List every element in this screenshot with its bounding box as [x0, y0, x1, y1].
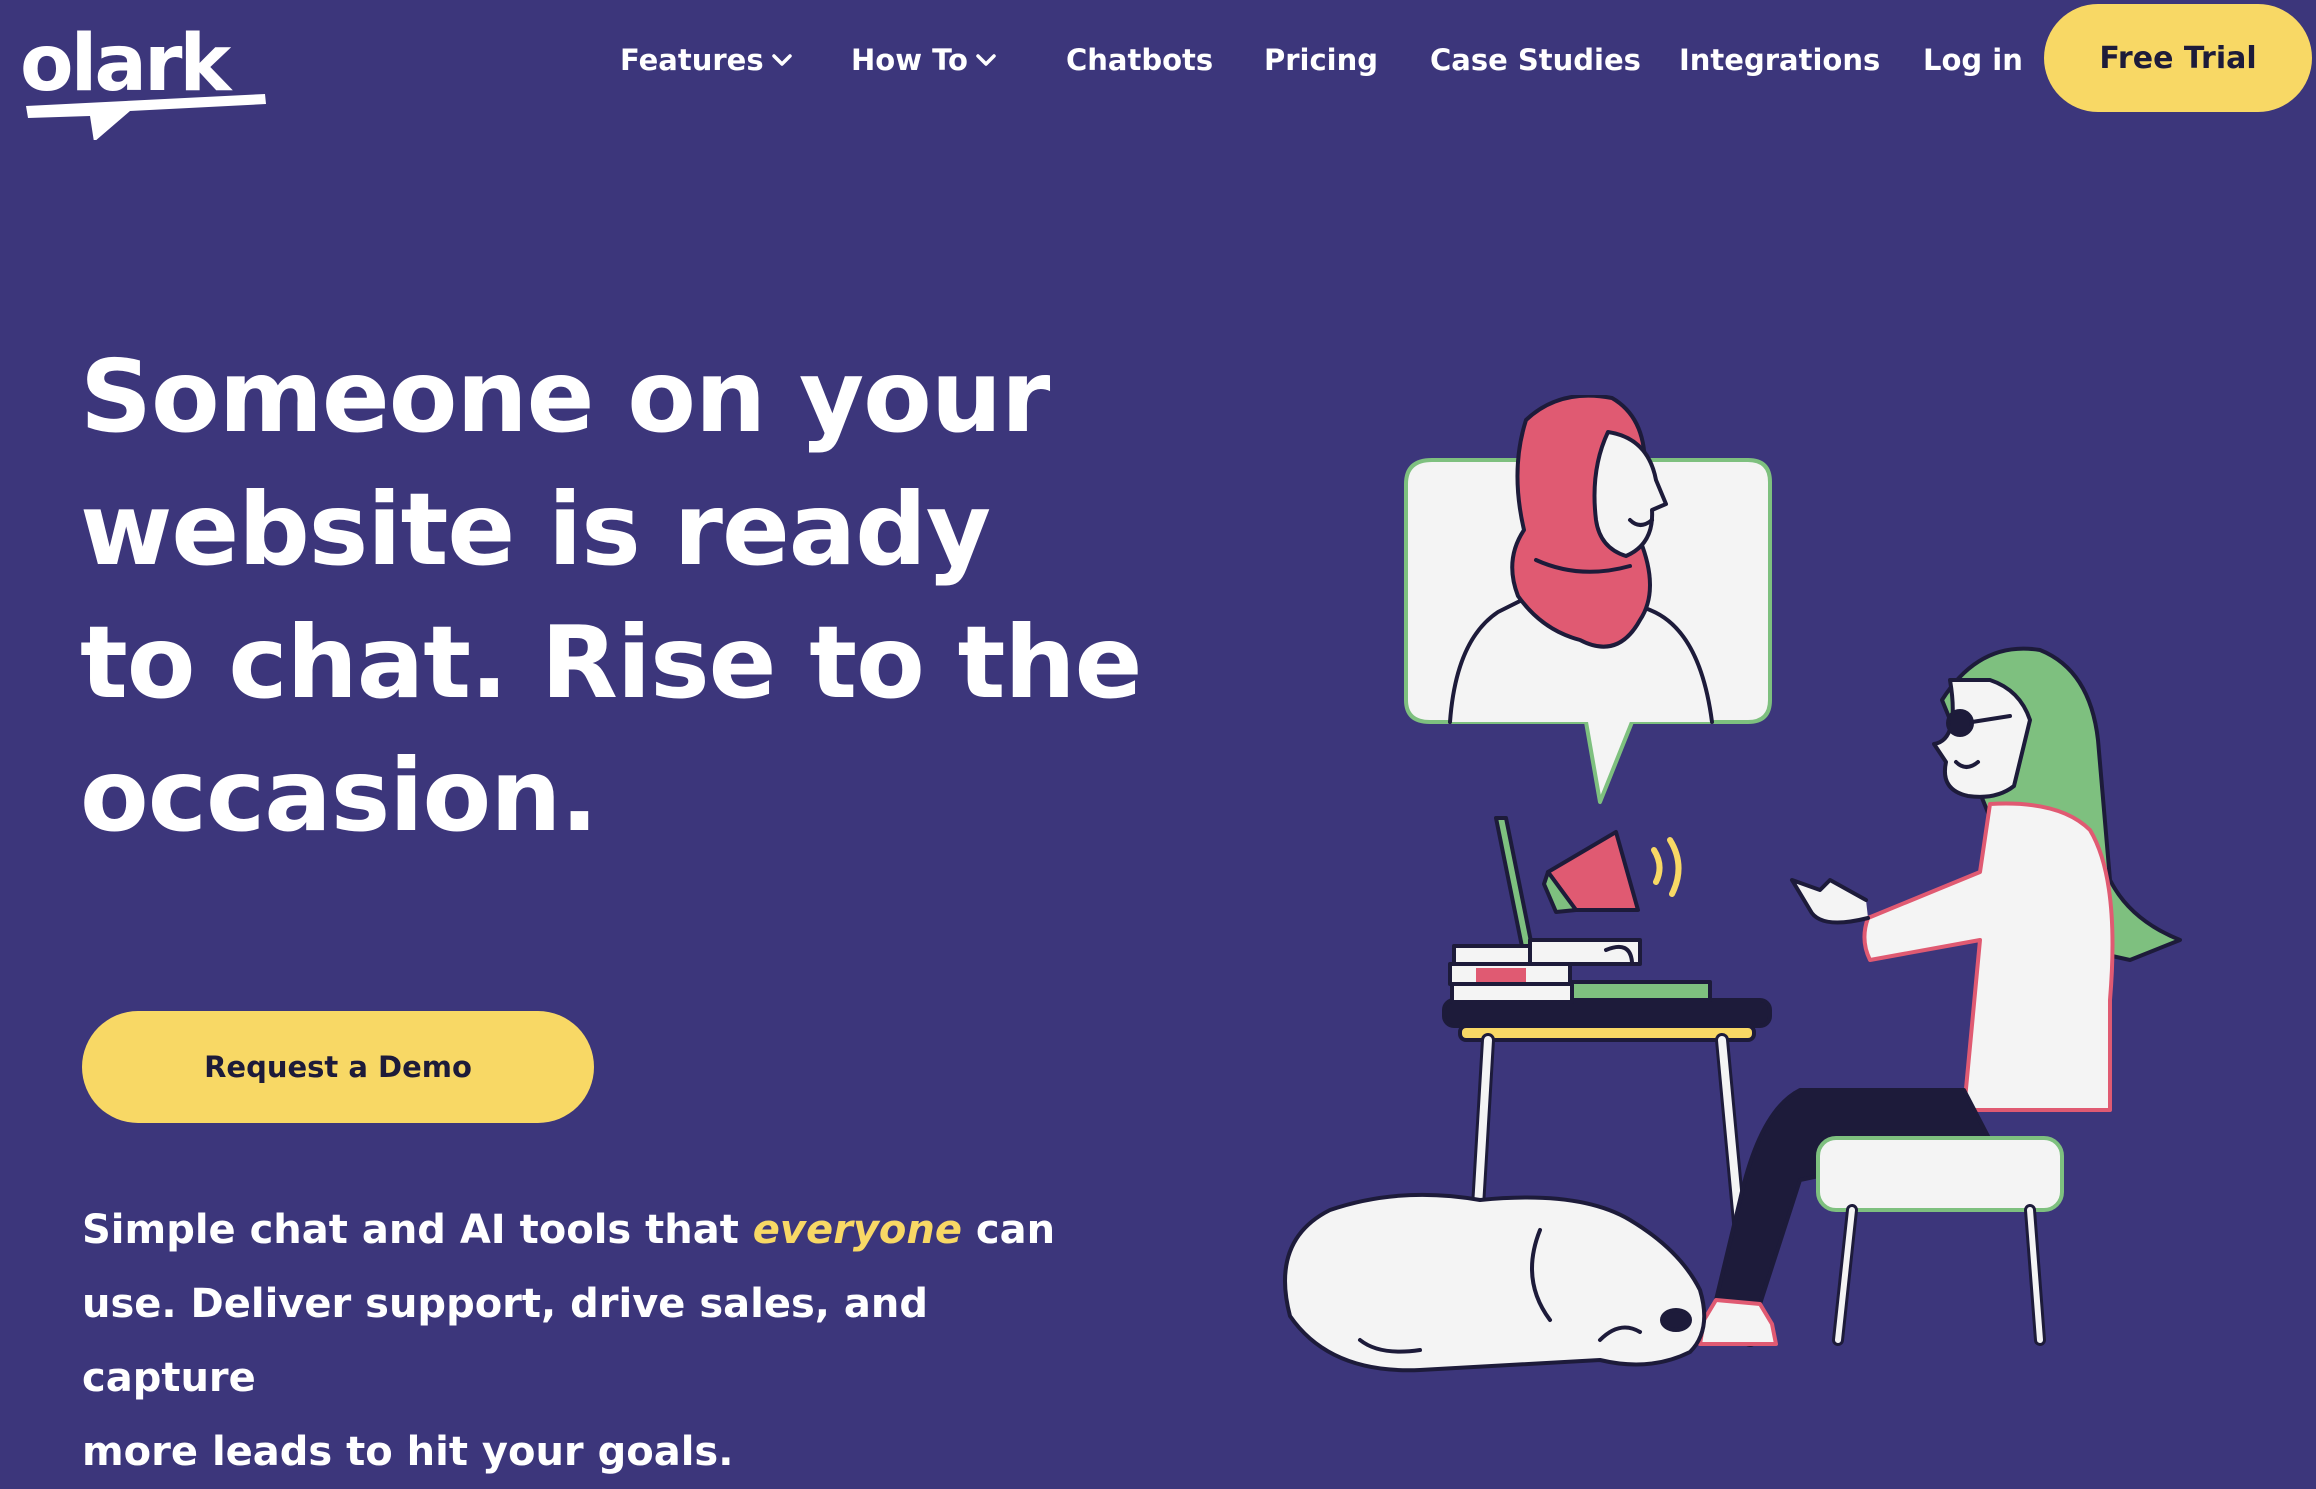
- nav-item-label: Case Studies: [1430, 43, 1641, 77]
- hero-title: Someone on your website is ready to chat…: [80, 330, 1200, 862]
- hero-title-line: website is ready: [80, 471, 991, 588]
- top-navigation: Features How To Chatbots Pricing Case St…: [0, 0, 2316, 120]
- nav-item-integrations[interactable]: Integrations: [1679, 40, 1880, 80]
- nav-item-label: Log in: [1923, 43, 2023, 77]
- nav-item-chatbots[interactable]: Chatbots: [1066, 40, 1213, 80]
- hero-title-line: Someone on your: [80, 338, 1050, 455]
- megaphone: [1542, 830, 1682, 914]
- nav-item-log-in[interactable]: Log in: [1923, 40, 2023, 80]
- nav-item-label: Features: [620, 43, 764, 77]
- woman-character: [1698, 646, 2182, 1346]
- chair: [1816, 1136, 2064, 1346]
- nav-item-case-studies[interactable]: Case Studies: [1430, 40, 1641, 80]
- nav-item-features[interactable]: Features: [620, 40, 794, 80]
- dog: [1283, 1192, 1707, 1373]
- hero-title-line: to chat. Rise to the: [80, 604, 1142, 721]
- free-trial-button[interactable]: Free Trial: [2044, 4, 2312, 112]
- nav-item-label: Pricing: [1264, 43, 1379, 77]
- speech-bubble: [1404, 395, 1772, 804]
- subtitle-text: more leads to hit your goals.: [82, 1429, 734, 1475]
- request-demo-button[interactable]: Request a Demo: [82, 1011, 594, 1123]
- free-trial-label: Free Trial: [2099, 40, 2257, 76]
- subtitle-emphasis: everyone: [752, 1207, 962, 1253]
- nav-item-pricing[interactable]: Pricing: [1264, 40, 1378, 80]
- nav-item-how-to[interactable]: How To: [851, 40, 998, 80]
- chevron-down-icon: [771, 54, 792, 66]
- hero-title-line: occasion.: [80, 737, 598, 854]
- subtitle-text: Simple chat and AI tools that: [82, 1207, 753, 1253]
- chat-illustration: [1283, 395, 2182, 1373]
- nav-item-label: Chatbots: [1066, 43, 1214, 77]
- subtitle-text: can: [962, 1207, 1056, 1253]
- nav-item-label: How To: [851, 43, 968, 77]
- hero-subtitle: Simple chat and AI tools that everyone c…: [82, 1193, 1102, 1489]
- subtitle-text: use. Deliver support, drive sales, and c…: [82, 1281, 929, 1401]
- nav-item-label: Integrations: [1679, 43, 1881, 77]
- chevron-down-icon: [976, 54, 996, 66]
- request-demo-label: Request a Demo: [204, 1050, 472, 1084]
